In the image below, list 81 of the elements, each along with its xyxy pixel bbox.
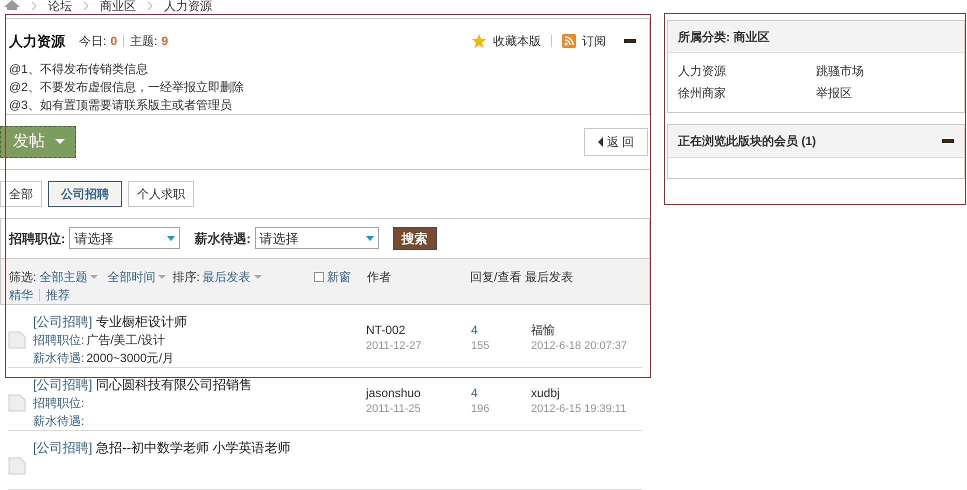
select-field[interactable]: 请选择 xyxy=(254,227,379,250)
new-window-checkbox[interactable] xyxy=(314,272,324,282)
back-arrow-icon xyxy=(598,136,603,147)
dropdown-arrow-icon xyxy=(158,274,166,279)
new-window-label[interactable]: 新窗 xyxy=(327,268,351,286)
category-tab[interactable]: 全部 xyxy=(0,181,42,208)
thread-category-link[interactable]: [公司招聘] xyxy=(33,376,92,394)
category-link[interactable]: 徐州商家 xyxy=(678,82,816,104)
dropdown-arrow-icon xyxy=(366,236,374,241)
field-value: 2000~3000元/月 xyxy=(86,350,174,367)
category-link[interactable]: 跳骚市场 xyxy=(816,60,954,82)
subscribe-link[interactable]: 订阅 xyxy=(582,32,606,50)
reply-count[interactable]: 4 xyxy=(471,322,531,338)
author-link[interactable]: jasonshuo xyxy=(366,384,471,401)
star-icon xyxy=(471,33,487,50)
rule-text: @2、不要发布虚假信息，一经举报立即删除 xyxy=(9,78,245,96)
field-value: 广告/美工/设计 xyxy=(86,332,166,349)
category-tab[interactable]: 公司招聘 xyxy=(48,181,122,208)
dropdown-arrow-icon xyxy=(167,236,176,241)
rule-text: @3、如有置顶需要请联系版主或者管理员 xyxy=(9,96,233,114)
field-label: 招聘职位: xyxy=(33,394,84,412)
forum-title: 人力资源 xyxy=(9,32,65,51)
last-post-time: 2012-6-18 20:07:37 xyxy=(531,338,628,354)
column-header: 回复/查看 xyxy=(469,268,522,286)
filter-link[interactable]: 推荐 xyxy=(46,286,70,304)
search-button[interactable]: 搜索 xyxy=(392,226,437,250)
filter-link[interactable]: 精华 xyxy=(9,286,33,304)
topics-label: 主题: xyxy=(130,33,158,50)
category-link[interactable]: 举报区 xyxy=(816,82,954,104)
thread-title-link[interactable]: 同心圆科技有限公司招销售 xyxy=(96,376,252,394)
sort-dropdown[interactable]: 最后发表 xyxy=(202,268,251,286)
last-poster-link[interactable]: 福愉 xyxy=(531,322,628,338)
home-icon[interactable] xyxy=(4,0,20,10)
chevron-icon xyxy=(84,2,88,10)
last-post-time: 2012-6-15 19:39:11 xyxy=(531,402,626,417)
thread-category-link[interactable]: [公司招聘] xyxy=(33,438,92,457)
breadcrumb-link[interactable]: 商业区 xyxy=(100,0,136,12)
document-icon xyxy=(8,394,26,412)
today-count: 0 xyxy=(110,33,118,50)
view-count: 196 xyxy=(471,402,490,417)
panel-title: 所属分类: 商业区 xyxy=(678,28,770,46)
field-label: 薪水待遇: xyxy=(33,412,84,430)
filter-dropdown[interactable]: 全部主题 xyxy=(39,268,88,286)
select-field[interactable]: 请选择 xyxy=(69,227,180,250)
thread-category-link[interactable]: [公司招聘] xyxy=(33,312,92,331)
view-count: 155 xyxy=(471,338,490,354)
reply-count[interactable]: 4 xyxy=(471,384,531,401)
field-label: 薪水待遇: xyxy=(33,350,84,367)
post-date: 2011-12-27 xyxy=(366,338,422,354)
filter-label: 筛选: xyxy=(9,268,36,286)
column-header: 作者 xyxy=(366,268,392,286)
dropdown-arrow-icon xyxy=(254,274,262,279)
dropdown-arrow-icon xyxy=(90,274,98,279)
filter-label: 招聘职位: xyxy=(9,230,66,248)
collapse-icon[interactable] xyxy=(624,39,636,44)
topics-count: 9 xyxy=(161,33,168,50)
chevron-icon xyxy=(32,2,36,10)
breadcrumb-link[interactable]: 人力资源 xyxy=(164,0,212,12)
chevron-icon xyxy=(148,2,152,10)
rule-text: @1、不得发布传销类信息 xyxy=(9,60,149,78)
last-poster-link[interactable]: xudbj xyxy=(531,384,626,401)
field-label: 招聘职位: xyxy=(33,332,84,349)
thread-title-link[interactable]: 专业橱柜设计师 xyxy=(96,312,188,331)
category-link[interactable]: 人力资源 xyxy=(678,60,816,82)
thread-title-link[interactable]: 急招--初中数学老师 小学英语老师 xyxy=(96,438,291,457)
document-icon xyxy=(8,456,26,475)
document-icon xyxy=(8,330,26,349)
rss-icon xyxy=(562,34,576,48)
sort-label: 排序: xyxy=(172,268,200,286)
post-date: 2011-11-25 xyxy=(366,402,422,417)
column-header: 最后发表 xyxy=(525,268,573,286)
filter-dropdown[interactable]: 全部时间 xyxy=(107,268,156,286)
back-button[interactable]: 返 回 xyxy=(584,128,648,156)
caret-icon xyxy=(55,139,65,144)
category-tab[interactable]: 个人求职 xyxy=(128,181,194,208)
panel-title: 正在浏览此版块的会员 (1) xyxy=(678,133,816,150)
today-label: 今日: xyxy=(79,33,106,50)
filter-label: 薪水待遇: xyxy=(194,230,251,248)
author-link[interactable]: NT-002 xyxy=(366,322,471,338)
favorite-link[interactable]: 收藏本版 xyxy=(493,32,541,50)
breadcrumb-link[interactable]: 论坛 xyxy=(48,0,72,12)
